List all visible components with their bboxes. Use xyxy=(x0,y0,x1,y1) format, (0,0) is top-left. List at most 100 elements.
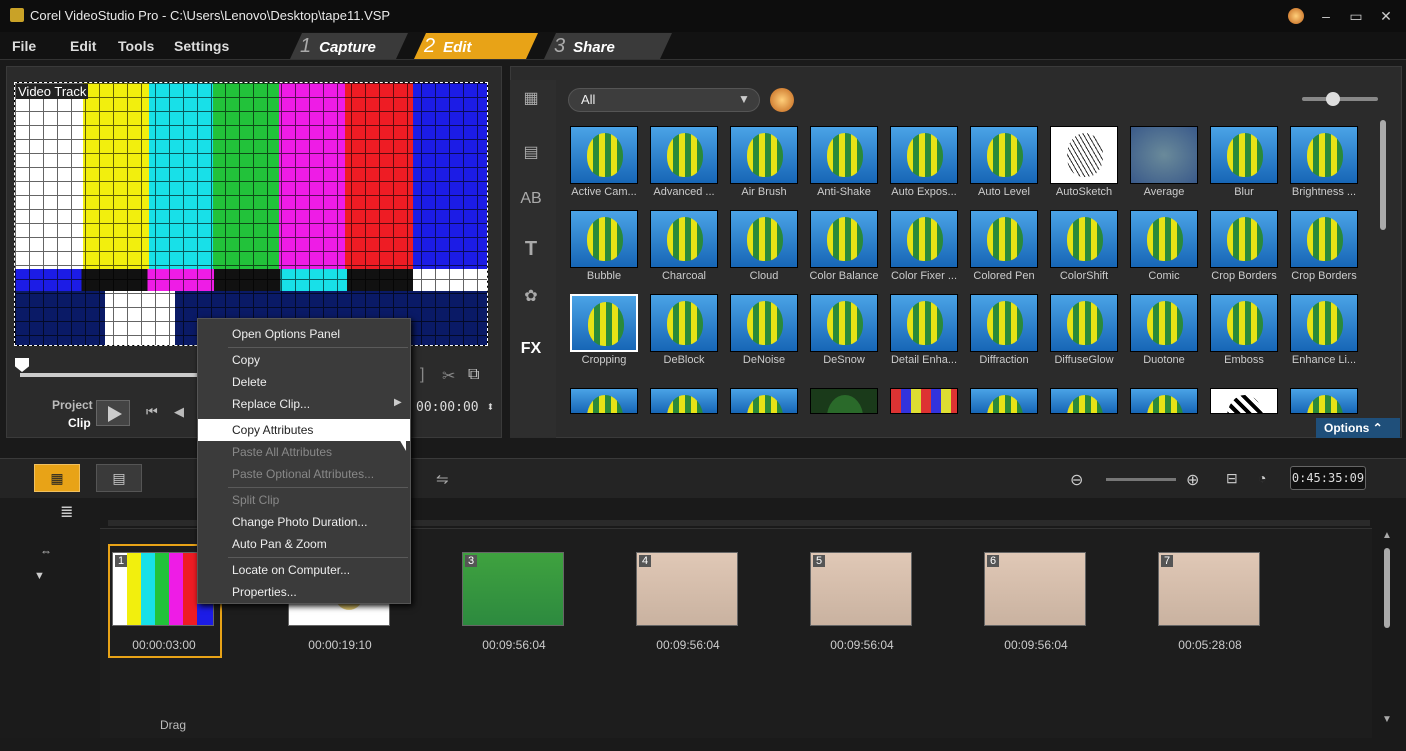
effect-thumbnail[interactable] xyxy=(1050,294,1118,352)
get-more-content-icon[interactable] xyxy=(770,88,794,112)
menu-delete[interactable]: Delete xyxy=(198,371,410,393)
effect-thumbnail[interactable] xyxy=(810,210,878,268)
effect-thumbnail[interactable] xyxy=(1210,210,1278,268)
clip-thumbnail[interactable]: 5 xyxy=(810,552,912,626)
step-capture-tab[interactable]: 1 Capture xyxy=(290,33,408,59)
effect-thumb-row4[interactable] xyxy=(1210,388,1278,414)
effect-thumb-row4[interactable] xyxy=(1050,388,1118,414)
effect-thumbnail[interactable] xyxy=(890,294,958,352)
effect-thumb-row4[interactable] xyxy=(890,388,958,414)
thumbnail-size-knob[interactable] xyxy=(1326,92,1340,106)
menu-settings[interactable]: Settings xyxy=(174,38,229,54)
effect-thumbnail[interactable] xyxy=(570,210,638,268)
menu-auto-pan-zoom[interactable]: Auto Pan & Zoom xyxy=(198,533,410,555)
zoom-out-icon[interactable]: ⊖ xyxy=(1070,470,1083,490)
track-manager-icon[interactable]: ≣ xyxy=(60,502,73,522)
effect-thumbnail[interactable] xyxy=(1290,210,1358,268)
close-icon[interactable]: ✕ xyxy=(1376,6,1396,26)
clip-thumbnail[interactable]: 3 xyxy=(462,552,564,626)
project-mode-label[interactable]: Project xyxy=(52,398,93,412)
effect-thumbnail[interactable] xyxy=(1290,126,1358,184)
library-scrollbar[interactable] xyxy=(1380,120,1386,230)
effect-thumbnail[interactable] xyxy=(810,294,878,352)
options-button[interactable]: Options ⌃ xyxy=(1316,418,1400,438)
instant-project-icon[interactable]: ▤ xyxy=(516,140,546,166)
step-share-tab[interactable]: 3 Share xyxy=(544,33,672,59)
timeline-zoom-slider[interactable] xyxy=(1106,478,1176,481)
clip-thumbnail[interactable]: 7 xyxy=(1158,552,1260,626)
menu-properties[interactable]: Properties... xyxy=(198,581,410,603)
motion-tracking-icon[interactable]: ⇋ xyxy=(436,470,449,488)
mark-out-icon[interactable]: ] xyxy=(420,366,424,384)
preview-timecode[interactable]: 00:00:00 ⬍ xyxy=(416,400,494,415)
library-filter-dropdown[interactable]: All xyxy=(568,88,760,112)
filter-fx-icon[interactable]: FX xyxy=(516,336,546,362)
effect-thumbnail[interactable] xyxy=(650,294,718,352)
home-icon[interactable]: ⏮ xyxy=(146,404,158,420)
effect-thumbnail[interactable] xyxy=(1130,126,1198,184)
effect-thumbnail[interactable] xyxy=(1290,294,1358,352)
effect-thumbnail[interactable] xyxy=(730,294,798,352)
effect-thumbnail[interactable] xyxy=(810,126,878,184)
zoom-in-icon[interactable]: ⊕ xyxy=(1186,470,1199,490)
effect-thumb-row4[interactable] xyxy=(1290,388,1358,414)
effect-thumb-row4[interactable] xyxy=(730,388,798,414)
menu-change-photo-duration[interactable]: Change Photo Duration... xyxy=(198,511,410,533)
effect-thumbnail[interactable] xyxy=(570,126,638,184)
effect-thumbnail[interactable] xyxy=(650,210,718,268)
effect-thumbnail[interactable] xyxy=(1050,126,1118,184)
effect-thumbnail[interactable] xyxy=(970,126,1038,184)
menu-copy[interactable]: Copy xyxy=(198,349,410,371)
menu-tools[interactable]: Tools xyxy=(118,38,154,54)
clip-thumbnail[interactable]: 6 xyxy=(984,552,1086,626)
minimize-icon[interactable]: – xyxy=(1316,6,1336,26)
scroll-up-icon[interactable]: ▲ xyxy=(1382,530,1392,541)
menu-replace-clip[interactable]: Replace Clip... xyxy=(198,393,410,415)
effect-thumb-row4[interactable] xyxy=(1130,388,1198,414)
effect-thumbnail[interactable] xyxy=(970,294,1038,352)
title-icon[interactable]: T xyxy=(516,236,546,262)
effect-thumbnail[interactable] xyxy=(650,126,718,184)
storyboard-scrollbar[interactable] xyxy=(1384,548,1390,628)
split-clip-icon[interactable]: ✂ xyxy=(442,366,455,386)
globe-icon[interactable] xyxy=(1286,6,1306,26)
restore-icon[interactable]: ▭ xyxy=(1346,6,1366,26)
effect-thumbnail[interactable] xyxy=(570,294,638,352)
chevron-down-icon[interactable]: ▼ xyxy=(34,570,45,582)
chevron-down-icon[interactable]: ▼ xyxy=(738,92,750,106)
timeline-view-button[interactable]: ▤ xyxy=(96,464,142,492)
storyboard-view-button[interactable]: ▦ xyxy=(34,464,80,492)
scroll-down-icon[interactable]: ▼ xyxy=(1382,714,1392,725)
clip-mode-label[interactable]: Clip xyxy=(68,416,91,430)
menu-copy-attributes[interactable]: Copy Attributes xyxy=(198,419,410,441)
effect-thumb-row4[interactable] xyxy=(970,388,1038,414)
transition-icon[interactable]: AB xyxy=(516,186,546,212)
effect-thumbnail[interactable] xyxy=(1210,126,1278,184)
preview-video[interactable] xyxy=(14,82,488,346)
ripple-edit-icon[interactable]: ⇔ xyxy=(40,544,52,558)
effect-thumbnail[interactable] xyxy=(890,210,958,268)
effect-thumbnail[interactable] xyxy=(1210,294,1278,352)
previous-frame-icon[interactable]: ◀ xyxy=(174,404,184,420)
graphic-icon[interactable]: ✿ xyxy=(516,284,546,310)
effect-thumb-row4[interactable] xyxy=(810,388,878,414)
menu-edit[interactable]: Edit xyxy=(70,38,96,54)
step-edit-tab[interactable]: 2 Edit xyxy=(414,33,538,59)
effect-thumbnail[interactable] xyxy=(730,210,798,268)
menu-file[interactable]: File xyxy=(12,38,36,54)
enlarge-icon[interactable]: ⧉ xyxy=(468,366,479,384)
effect-thumbnail[interactable] xyxy=(1130,210,1198,268)
effect-thumbnail[interactable] xyxy=(730,126,798,184)
menu-locate-on-computer[interactable]: Locate on Computer... xyxy=(198,559,410,581)
effect-thumb-row4[interactable] xyxy=(570,388,638,414)
effect-thumbnail[interactable] xyxy=(1050,210,1118,268)
effect-thumbnail[interactable] xyxy=(970,210,1038,268)
thumbnail-size-slider[interactable] xyxy=(1302,97,1378,101)
clip-thumbnail[interactable]: 4 xyxy=(636,552,738,626)
media-library-icon[interactable]: ▦ xyxy=(516,86,546,112)
menu-open-options-panel[interactable]: Open Options Panel xyxy=(198,323,410,345)
effect-thumbnail[interactable] xyxy=(1130,294,1198,352)
effect-thumb-row4[interactable] xyxy=(650,388,718,414)
effect-thumbnail[interactable] xyxy=(890,126,958,184)
fit-project-icon[interactable]: ⊟ xyxy=(1226,470,1238,487)
